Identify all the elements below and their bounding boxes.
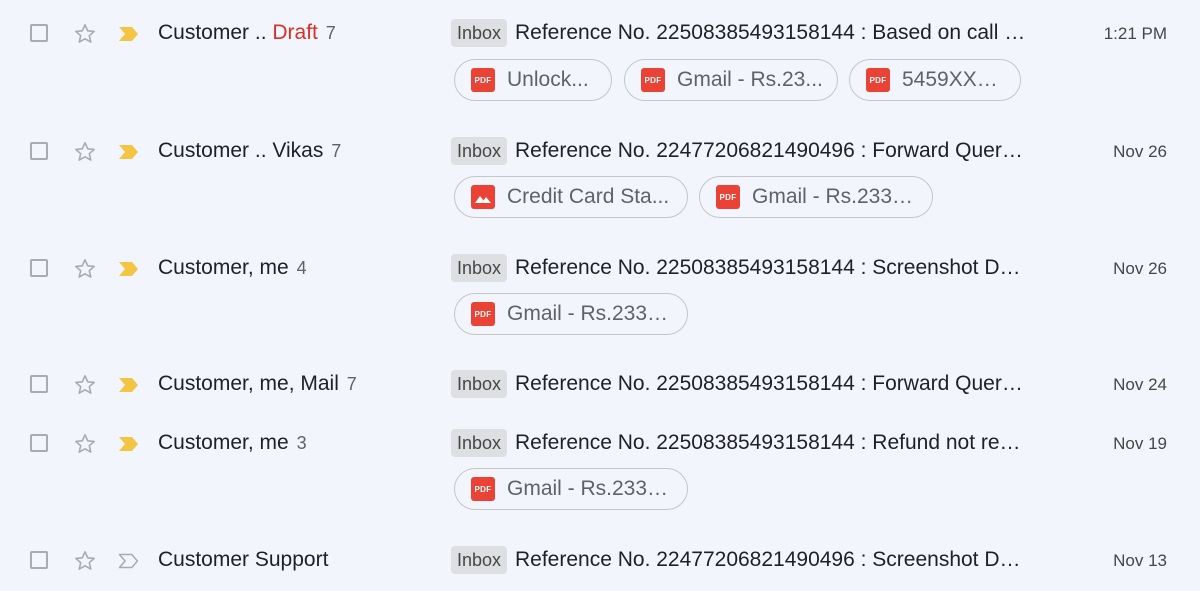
image-icon [471,185,495,209]
pdf-icon: PDF [716,185,740,209]
sender-name: Customer, me, Mail [158,372,339,395]
message-count: 4 [296,258,307,278]
email-row[interactable]: Customer, me 3 Inbox Reference No. 22508… [0,413,1200,531]
email-subject: Reference No. 22508385493158144 : Based … [515,21,1030,45]
sender-names: Customer, me 4 [158,256,307,280]
attachment-name: Credit Card Sta... [507,185,670,208]
email-date: 1:21 PM [1103,24,1167,43]
inbox-label[interactable]: Inbox [451,137,508,165]
sender-name: Customer .. [158,21,267,44]
email-row[interactable]: Customer .. Draft 7 Inbox Reference No. … [0,0,1200,122]
inbox-label[interactable]: Inbox [451,370,508,398]
subject-text: Reference No. 22477206821490496 : Forwar… [515,139,1013,162]
select-checkbox[interactable] [30,434,48,452]
star-icon[interactable] [73,140,97,164]
important-marker-outline-icon[interactable] [118,552,140,570]
important-marker-icon[interactable] [118,376,140,394]
email-row[interactable]: Customer .. Vikas 7 Inbox Reference No. … [0,121,1200,239]
sender-names: Customer, me 3 [158,431,307,455]
subject-text: Reference No. 22508385493158144 : Refund… [515,431,1030,454]
subject-text: Reference No. 22508385493158144 : Based … [515,21,1030,44]
sender-names: Customer .. Draft 7 [158,21,336,45]
message-count: 7 [325,23,336,43]
email-subject: Reference No. 22508385493158144 : Forwar… [515,372,1030,396]
star-icon[interactable] [73,432,97,456]
attachment-chip[interactable]: PDF Unlock... [454,59,612,101]
message-count: 7 [331,141,342,161]
select-checkbox[interactable] [30,551,48,569]
message-count: 7 [346,374,357,394]
sender-names: Customer .. Vikas 7 [158,139,341,163]
draft-indicator: Draft [272,21,318,44]
sender-names: Customer Support [158,548,328,572]
attachment-name: Unlock... [507,68,589,91]
attachment-chip[interactable]: PDF Gmail - Rs.2336... [454,293,688,335]
attachment-chip[interactable]: PDF Gmail - Rs.2336... [454,468,688,510]
attachment-chip[interactable]: PDF Gmail - Rs.2336... [699,176,933,218]
select-checkbox[interactable] [30,375,48,393]
email-subject: Reference No. 22477206821490496 : Screen… [515,548,1030,572]
star-icon[interactable] [73,549,97,573]
subject-text: Reference No. 22508385493158144 : Forwar… [515,372,1013,395]
inbox-label[interactable]: Inbox [451,19,508,47]
email-subject: Reference No. 22477206821490496 : Forwar… [515,139,1030,163]
inbox-label[interactable]: Inbox [451,546,508,574]
attachment-name: 5459XXX... [902,68,1006,91]
sender-name: Customer Support [158,548,329,571]
email-row[interactable]: Customer Support Inbox Reference No. 224… [0,530,1200,591]
email-row[interactable]: Customer, me, Mail 7 Inbox Reference No.… [0,355,1200,414]
attachment-chip[interactable]: PDF Gmail - Rs.23... [624,59,838,101]
pdf-icon: PDF [641,68,665,92]
important-marker-icon[interactable] [118,435,140,453]
sender-names: Customer, me, Mail 7 [158,372,357,396]
pdf-icon: PDF [471,68,495,92]
subject-text: Reference No. 22477206821490496 : Screen… [515,548,1030,571]
star-icon[interactable] [73,373,97,397]
important-marker-icon[interactable] [118,260,140,278]
pdf-icon: PDF [471,302,495,326]
attachment-chip[interactable]: Credit Card Sta... [454,176,688,218]
email-row[interactable]: Customer, me 4 Inbox Reference No. 22508… [0,238,1200,356]
sender-name: Customer, me [158,256,289,279]
star-icon[interactable] [73,22,97,46]
message-count: 3 [296,433,307,453]
select-checkbox[interactable] [30,142,48,160]
attachment-name: Gmail - Rs.2336... [507,302,673,325]
attachment-name: Gmail - Rs.2336... [752,185,918,208]
email-thread-list: Customer .. Draft 7 Inbox Reference No. … [0,0,1200,591]
important-marker-icon[interactable] [118,25,140,43]
inbox-label[interactable]: Inbox [451,429,508,457]
email-date: Nov 24 [1113,375,1167,394]
subject-text: Reference No. 22508385493158144 : Screen… [515,256,1030,279]
sender-name: Customer .. Vikas [158,139,324,162]
select-checkbox[interactable] [30,24,48,42]
select-checkbox[interactable] [30,259,48,277]
sender-name: Customer, me [158,431,289,454]
star-icon[interactable] [73,257,97,281]
email-subject: Reference No. 22508385493158144 : Refund… [515,431,1030,455]
email-date: Nov 26 [1113,259,1167,278]
attachment-chip[interactable]: PDF 5459XXX... [849,59,1021,101]
email-subject: Reference No. 22508385493158144 : Screen… [515,256,1030,280]
pdf-icon: PDF [471,477,495,501]
email-date: Nov 13 [1113,551,1167,570]
email-date: Nov 19 [1113,434,1167,453]
inbox-label[interactable]: Inbox [451,254,508,282]
pdf-icon: PDF [866,68,890,92]
email-date: Nov 26 [1113,142,1167,161]
attachment-name: Gmail - Rs.23... [677,68,823,91]
important-marker-icon[interactable] [118,143,140,161]
attachment-name: Gmail - Rs.2336... [507,477,673,500]
